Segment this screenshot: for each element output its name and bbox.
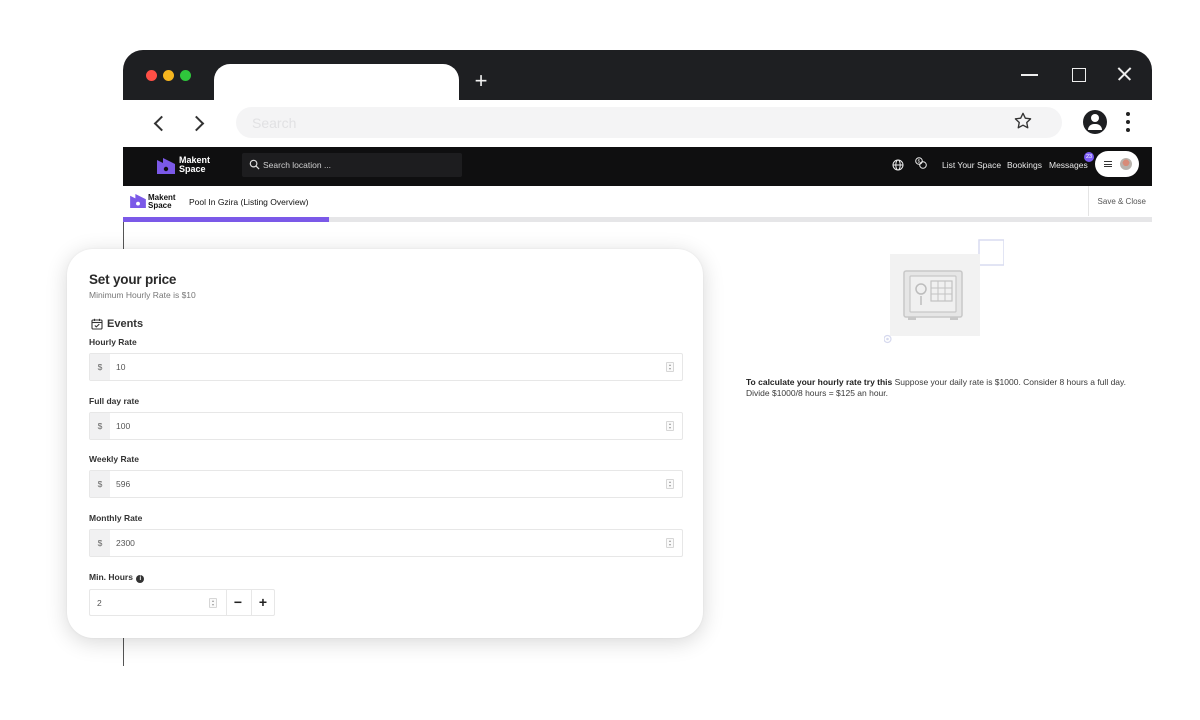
currency-icon[interactable]: $: [915, 157, 927, 169]
full-day-rate-label: Full day rate: [89, 396, 140, 406]
browser-titlebar: +: [123, 50, 1152, 100]
address-bar[interactable]: [236, 107, 1062, 138]
hourly-rate-input[interactable]: [116, 359, 636, 375]
browser-navbar: [123, 100, 1152, 147]
safe-illustration: [884, 239, 1004, 344]
avatar: [1120, 158, 1132, 170]
set-price-card: Set your price Minimum Hourly Rate is $1…: [67, 249, 703, 638]
close-window-dot[interactable]: [146, 70, 157, 81]
minimize-icon[interactable]: [1019, 63, 1043, 85]
bookings-link[interactable]: Bookings: [1007, 160, 1042, 170]
tip-lead: To calculate your hourly rate try this: [746, 377, 893, 387]
currency-prefix: $: [90, 354, 110, 380]
calendar-check-icon: [91, 318, 103, 330]
maximize-icon[interactable]: [1067, 63, 1091, 85]
stepper-divider: [226, 590, 227, 615]
globe-icon[interactable]: [892, 159, 904, 171]
hourly-rate-label: Hourly Rate: [89, 337, 137, 347]
logo-line2: Space: [179, 164, 206, 174]
number-spinner-icon[interactable]: [666, 479, 674, 489]
progress-fill: [123, 217, 329, 222]
min-hours-label: Min. Hours i: [89, 572, 145, 583]
currency-prefix: $: [90, 530, 110, 556]
weekly-rate-input[interactable]: [116, 476, 636, 492]
address-input[interactable]: [252, 112, 952, 134]
info-icon[interactable]: i: [136, 575, 145, 583]
number-spinner-icon[interactable]: [666, 538, 674, 548]
bookmark-star-icon[interactable]: [1013, 111, 1033, 131]
account-icon[interactable]: [1083, 110, 1107, 134]
makent-logo-icon[interactable]: [130, 194, 146, 208]
monthly-rate-input[interactable]: [116, 535, 636, 551]
monthly-rate-label: Monthly Rate: [89, 513, 143, 523]
number-spinner-icon[interactable]: [666, 421, 674, 431]
weekly-rate-field[interactable]: $: [89, 470, 683, 498]
location-search-input[interactable]: [263, 157, 453, 173]
zoom-window-dot[interactable]: [180, 70, 191, 81]
card-title: Set your price: [89, 272, 177, 287]
close-icon[interactable]: [1113, 63, 1137, 85]
monthly-rate-field[interactable]: $: [89, 529, 683, 557]
currency-prefix: $: [90, 413, 110, 439]
hourly-rate-tip: To calculate your hourly rate try this S…: [746, 377, 1136, 399]
min-hours-stepper[interactable]: − +: [89, 589, 275, 616]
browser-tab[interactable]: [214, 64, 459, 100]
card-subtitle: Minimum Hourly Rate is $10: [89, 290, 196, 300]
more-menu-icon[interactable]: [1125, 112, 1131, 132]
hamburger-icon: [1104, 161, 1112, 167]
minimize-window-dot[interactable]: [163, 70, 174, 81]
stepper-divider: [251, 590, 252, 615]
full-day-rate-field[interactable]: $: [89, 412, 683, 440]
hourly-rate-field[interactable]: $: [89, 353, 683, 381]
site-logo-text[interactable]: Makent Space: [179, 156, 210, 174]
currency-prefix: $: [90, 471, 110, 497]
site-header: Makent Space $ List Your Space Bookings …: [123, 147, 1152, 186]
logo-line2: Space: [148, 201, 172, 210]
min-hours-label-text: Min. Hours: [89, 572, 133, 582]
makent-logo-icon[interactable]: [157, 158, 175, 174]
search-icon: [249, 159, 260, 170]
messages-count-badge: 23: [1084, 152, 1094, 162]
list-your-space-link[interactable]: List Your Space: [942, 160, 1001, 170]
section-events: Events: [107, 318, 144, 330]
forward-arrow-icon[interactable]: [187, 112, 209, 134]
save-and-close-button[interactable]: Save & Close: [1088, 186, 1152, 216]
min-hours-input[interactable]: [97, 595, 197, 611]
listing-progress-bar: [123, 217, 1152, 222]
listing-bar: Makent Space Pool In Gzira (Listing Over…: [123, 186, 1152, 216]
user-menu-button[interactable]: [1095, 151, 1139, 177]
listing-logo-text[interactable]: Makent Space: [148, 194, 176, 210]
weekly-rate-label: Weekly Rate: [89, 454, 139, 464]
location-search[interactable]: [242, 153, 462, 177]
new-tab-icon[interactable]: +: [471, 68, 491, 94]
increment-button[interactable]: +: [253, 593, 273, 613]
listing-title: Pool In Gzira (Listing Overview): [189, 197, 309, 207]
full-day-rate-input[interactable]: [116, 418, 636, 434]
number-spinner-icon[interactable]: [209, 598, 217, 608]
number-spinner-icon[interactable]: [666, 362, 674, 372]
messages-link[interactable]: Messages: [1049, 160, 1088, 170]
back-arrow-icon[interactable]: [148, 112, 170, 134]
decrement-button[interactable]: −: [228, 593, 248, 613]
